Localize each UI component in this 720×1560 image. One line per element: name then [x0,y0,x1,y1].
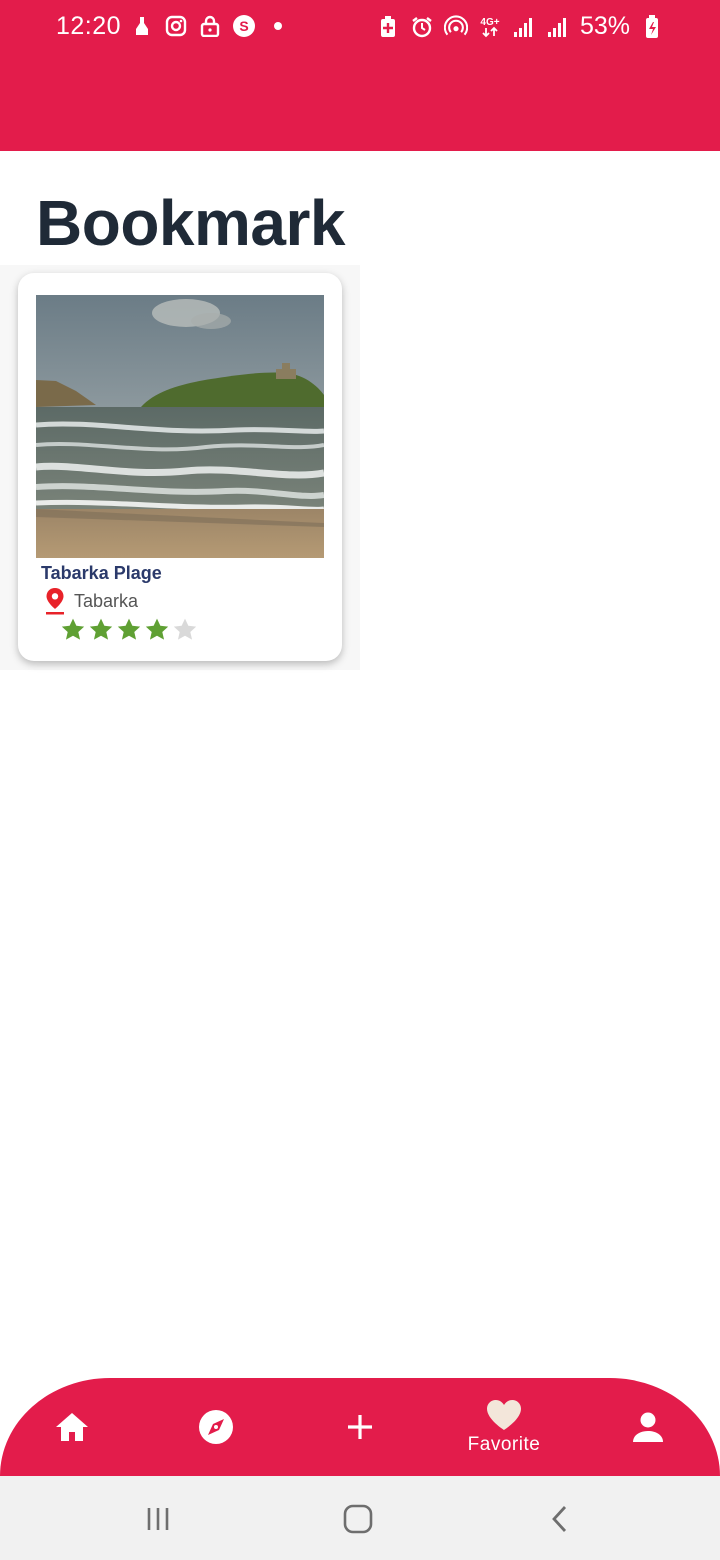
s-app-icon: S [232,14,256,38]
star-filled-icon [89,618,113,640]
bookmark-card[interactable]: Tabarka Plage Tabarka [18,273,342,661]
nav-explore[interactable] [166,1378,266,1476]
bottom-navigation: Favorite [0,1378,720,1476]
heart-icon [487,1400,521,1430]
lock-icon [198,14,222,38]
back-chevron-icon [552,1506,567,1532]
place-title: Tabarka Plage [41,563,162,583]
alarm-icon [410,15,434,39]
svg-text:4G+: 4G+ [480,17,499,28]
status-bar: 12:20 S 4G+ 53% [0,0,720,54]
place-image [36,295,324,558]
home-icon [56,1413,88,1441]
location-pin-icon [44,587,66,615]
hotspot-icon [443,15,468,39]
star-empty-icon [173,618,197,640]
signal-icon [512,15,536,39]
battery-saver-icon [376,15,400,39]
home-button[interactable] [338,1502,378,1536]
location-text: Tabarka [74,590,139,611]
dot-icon [266,14,290,38]
home-circle-icon [343,1504,373,1534]
star-filled-icon [117,618,141,640]
4g-icon: 4G+ [478,15,502,39]
compass-icon [199,1410,233,1444]
svg-text:S: S [239,18,248,34]
person-icon [633,1412,663,1442]
battery-percent: 53% [579,12,630,40]
nav-profile[interactable] [598,1378,698,1476]
nav-home[interactable] [22,1378,122,1476]
back-button[interactable] [540,1502,580,1536]
battery-icon [640,14,664,39]
plus-icon [348,1415,372,1439]
star-filled-icon [145,618,169,640]
instagram-icon [164,14,188,38]
star-filled-icon [61,618,85,640]
status-time: 12:20 [56,12,122,40]
system-navigation-bar [0,1476,720,1560]
recent-apps-button[interactable] [138,1502,178,1536]
nav-favorite-label: Favorite [467,1434,541,1455]
cleaning-icon [130,14,154,38]
page-title: Bookmark [36,187,346,259]
recent-apps-icon [147,1508,169,1530]
nav-add[interactable] [310,1378,410,1476]
signal-icon [546,15,570,39]
place-location: Tabarka [44,587,138,615]
nav-favorite[interactable]: Favorite [454,1378,554,1476]
star-rating [60,617,198,643]
